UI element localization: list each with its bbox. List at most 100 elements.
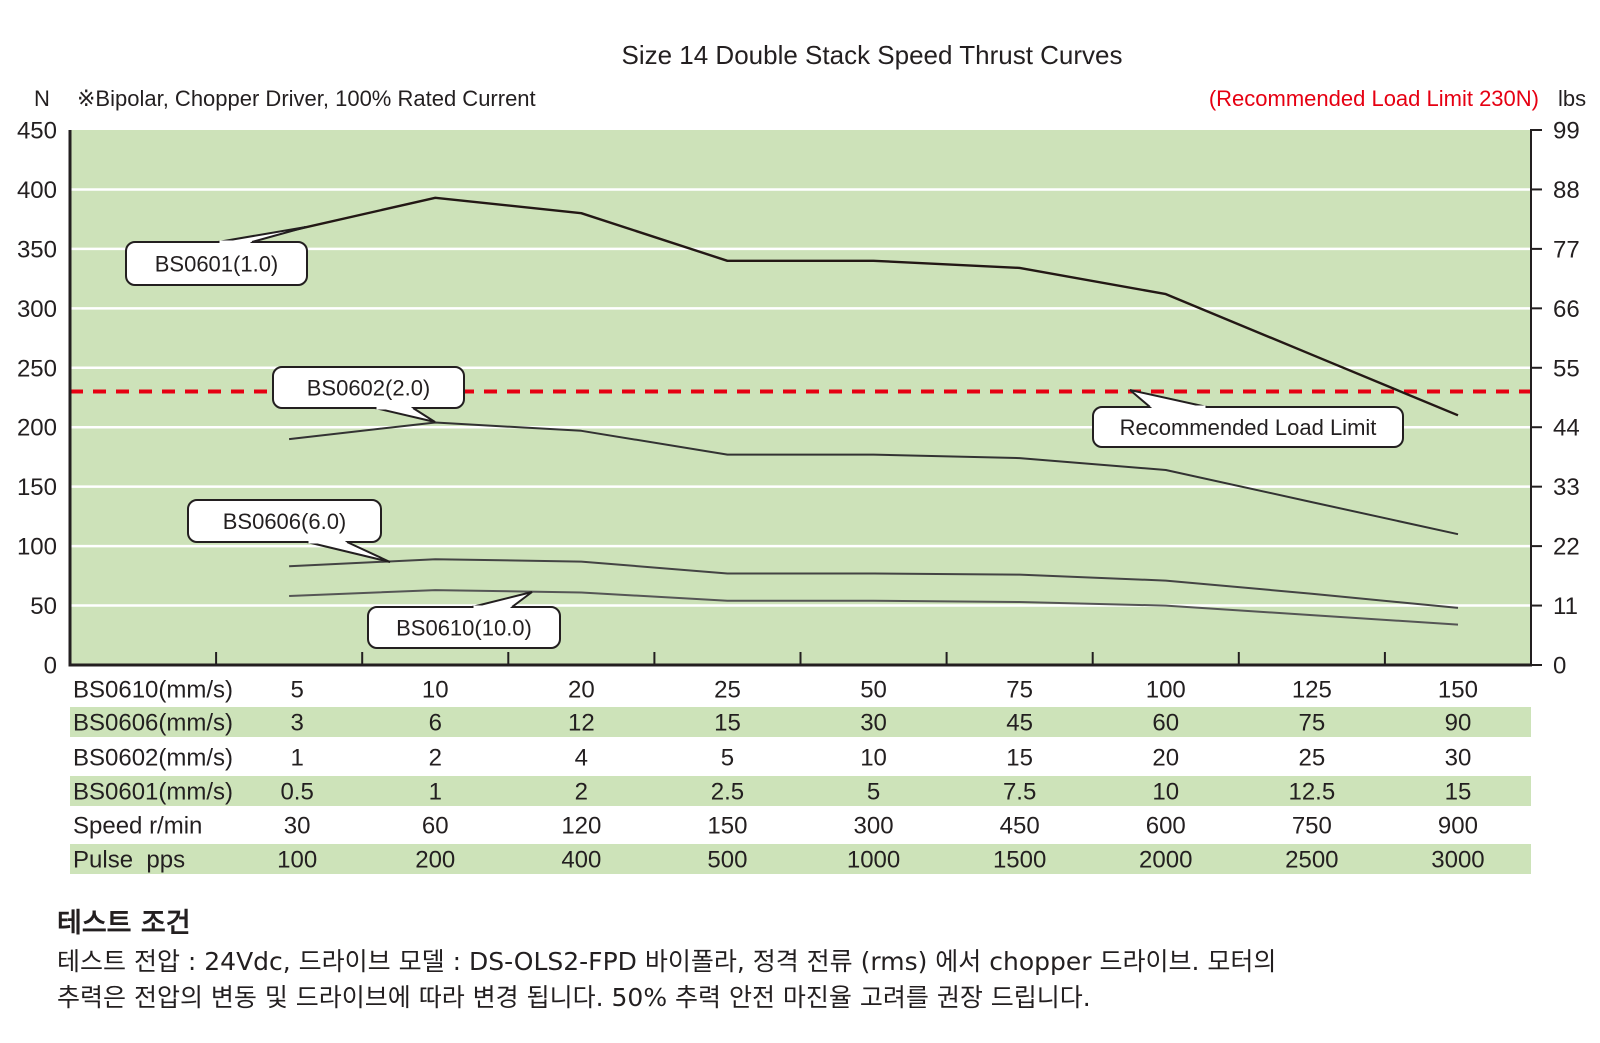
table-row-label: BS0602(mm/s) [73, 745, 233, 772]
test-conditions: 테스트 조건 테스트 전압 : 24Vdc, 드라이브 모델 : DS-OLS2… [57, 904, 1557, 1016]
table-cell: 7.5 [1003, 779, 1036, 806]
speed-table: BS0610(mm/s) 5 10 20 25 50 75 100 125 150BS0606(m… [70, 677, 1531, 874]
table-cell: 2500 [1285, 847, 1338, 874]
table-cell: 2.5 [711, 779, 744, 806]
table-row-label: BS0606(mm/s) [73, 710, 233, 737]
table-cell: 450 [1000, 813, 1040, 840]
table-cell: 30 [1445, 745, 1472, 772]
table-cell: 5 [290, 677, 303, 704]
y-tick-label-left: 150 [17, 474, 57, 501]
table-cell: 20 [568, 677, 595, 704]
table-cell: 12.5 [1288, 779, 1335, 806]
test-conditions-heading: 테스트 조건 [57, 908, 191, 939]
table-cell: 2000 [1139, 847, 1192, 874]
table-cell: 10 [422, 677, 449, 704]
table-row: BS0601(mm/s) 0.5 1 2 2.5 5 7.5 10 12.5 15 [70, 776, 1531, 806]
table-cell: 500 [707, 847, 747, 874]
table-cell: 5 [721, 745, 734, 772]
table-cell: 3 [290, 710, 303, 737]
y-axis-unit-right: lbs [1558, 86, 1586, 111]
table-cell: 600 [1146, 813, 1186, 840]
y-tick-label-right: 0 [1553, 653, 1566, 680]
table-cell: 200 [415, 847, 455, 874]
table-cell: 100 [1146, 677, 1186, 704]
callout-label: BS0606(6.0) [223, 509, 347, 534]
table-row-label: BS0601(mm/s) [73, 779, 233, 806]
y-tick-label-right: 44 [1553, 415, 1580, 442]
thrust-chart: Size 14 Double Stack Speed Thrust Curves… [17, 40, 1586, 874]
y-tick-label-left: 400 [17, 177, 57, 204]
y-tick-label-right: 88 [1553, 177, 1580, 204]
y-tick-label-left: 50 [30, 593, 57, 620]
y-tick-label-right: 33 [1553, 474, 1580, 501]
table-cell: 10 [1152, 779, 1179, 806]
y-tick-label-left: 100 [17, 534, 57, 561]
y-tick-label-left: 300 [17, 296, 57, 323]
table-cell: 15 [714, 710, 741, 737]
table-cell: 1000 [847, 847, 900, 874]
table-row: BS0610(mm/s) 5 10 20 25 50 75 100 125 150 [73, 677, 1478, 704]
callout-label: Recommended Load Limit [1120, 415, 1377, 440]
table-cell: 10 [860, 745, 887, 772]
table-cell: 25 [1298, 745, 1325, 772]
table-cell: 5 [867, 779, 880, 806]
y-tick-label-right: 77 [1553, 236, 1580, 263]
y-axis-unit-left: N [34, 86, 50, 111]
y-tick-label-right: 11 [1553, 593, 1578, 620]
y-tick-label-right: 99 [1553, 118, 1580, 145]
chart-subtitle: ※Bipolar, Chopper Driver, 100% Rated Cur… [77, 86, 536, 111]
table-cell: 15 [1006, 745, 1033, 772]
table-cell: 50 [860, 677, 887, 704]
table-cell: 4 [575, 745, 588, 772]
table-cell: 400 [561, 847, 601, 874]
y-tick-label-left: 350 [17, 236, 57, 263]
callout-label: BS0601(1.0) [155, 252, 279, 277]
table-cell: 6 [429, 710, 442, 737]
table-cell: 150 [1438, 677, 1478, 704]
table-row-label: Pulse pps [73, 847, 185, 874]
table-cell: 60 [422, 813, 449, 840]
y-tick-label-right: 22 [1553, 534, 1580, 561]
y-tick-label-left: 0 [44, 653, 57, 680]
table-row: BS0606(mm/s) 3 6 12 15 30 45 60 75 90 [70, 707, 1531, 737]
table-cell: 30 [860, 710, 887, 737]
y-tick-label-right: 55 [1553, 355, 1580, 382]
load-limit-note: (Recommended Load Limit 230N) [1209, 86, 1539, 111]
table-cell: 15 [1445, 779, 1472, 806]
table-row: Pulse pps 100 200 400 500 1000 1500 2000 2500 300… [70, 844, 1531, 874]
table-cell: 1500 [993, 847, 1046, 874]
table-row: Speed r/min 30 60 120 150 300 450 600 750 900 [73, 813, 1478, 840]
table-cell: 3000 [1431, 847, 1484, 874]
table-cell: 100 [277, 847, 317, 874]
table-cell: 0.5 [280, 779, 313, 806]
table-cell: 120 [561, 813, 601, 840]
table-cell: 60 [1152, 710, 1179, 737]
chart-title: Size 14 Double Stack Speed Thrust Curves [621, 40, 1122, 70]
test-conditions-line-2: 추력은 전압의 변동 및 드라이브에 따라 변경 됩니다. 50% 추력 안전 … [57, 983, 1091, 1012]
y-tick-label-left: 200 [17, 415, 57, 442]
y-tick-label-left: 450 [17, 118, 57, 145]
table-cell: 20 [1152, 745, 1179, 772]
callout-label: BS0602(2.0) [307, 376, 431, 401]
table-cell: 1 [429, 779, 442, 806]
table-cell: 75 [1298, 710, 1325, 737]
table-cell: 2 [429, 745, 442, 772]
table-cell: 45 [1006, 710, 1033, 737]
table-cell: 75 [1006, 677, 1033, 704]
y-tick-label-right: 66 [1553, 296, 1580, 323]
table-cell: 300 [854, 813, 894, 840]
table-row: BS0602(mm/s) 1 2 4 5 10 15 20 25 30 [73, 745, 1471, 772]
table-cell: 30 [284, 813, 311, 840]
test-conditions-line-1: 테스트 전압 : 24Vdc, 드라이브 모델 : DS-OLS2-FPD 바이… [57, 947, 1277, 976]
table-cell: 900 [1438, 813, 1478, 840]
callout-label: BS0610(10.0) [396, 616, 532, 641]
table-cell: 750 [1292, 813, 1332, 840]
table-cell: 125 [1292, 677, 1332, 704]
table-row-label: Speed r/min [73, 813, 202, 840]
table-cell: 1 [290, 745, 303, 772]
table-cell: 2 [575, 779, 588, 806]
y-tick-label-left: 250 [17, 355, 57, 382]
table-cell: 12 [568, 710, 595, 737]
table-cell: 150 [707, 813, 747, 840]
table-row-label: BS0610(mm/s) [73, 677, 233, 704]
